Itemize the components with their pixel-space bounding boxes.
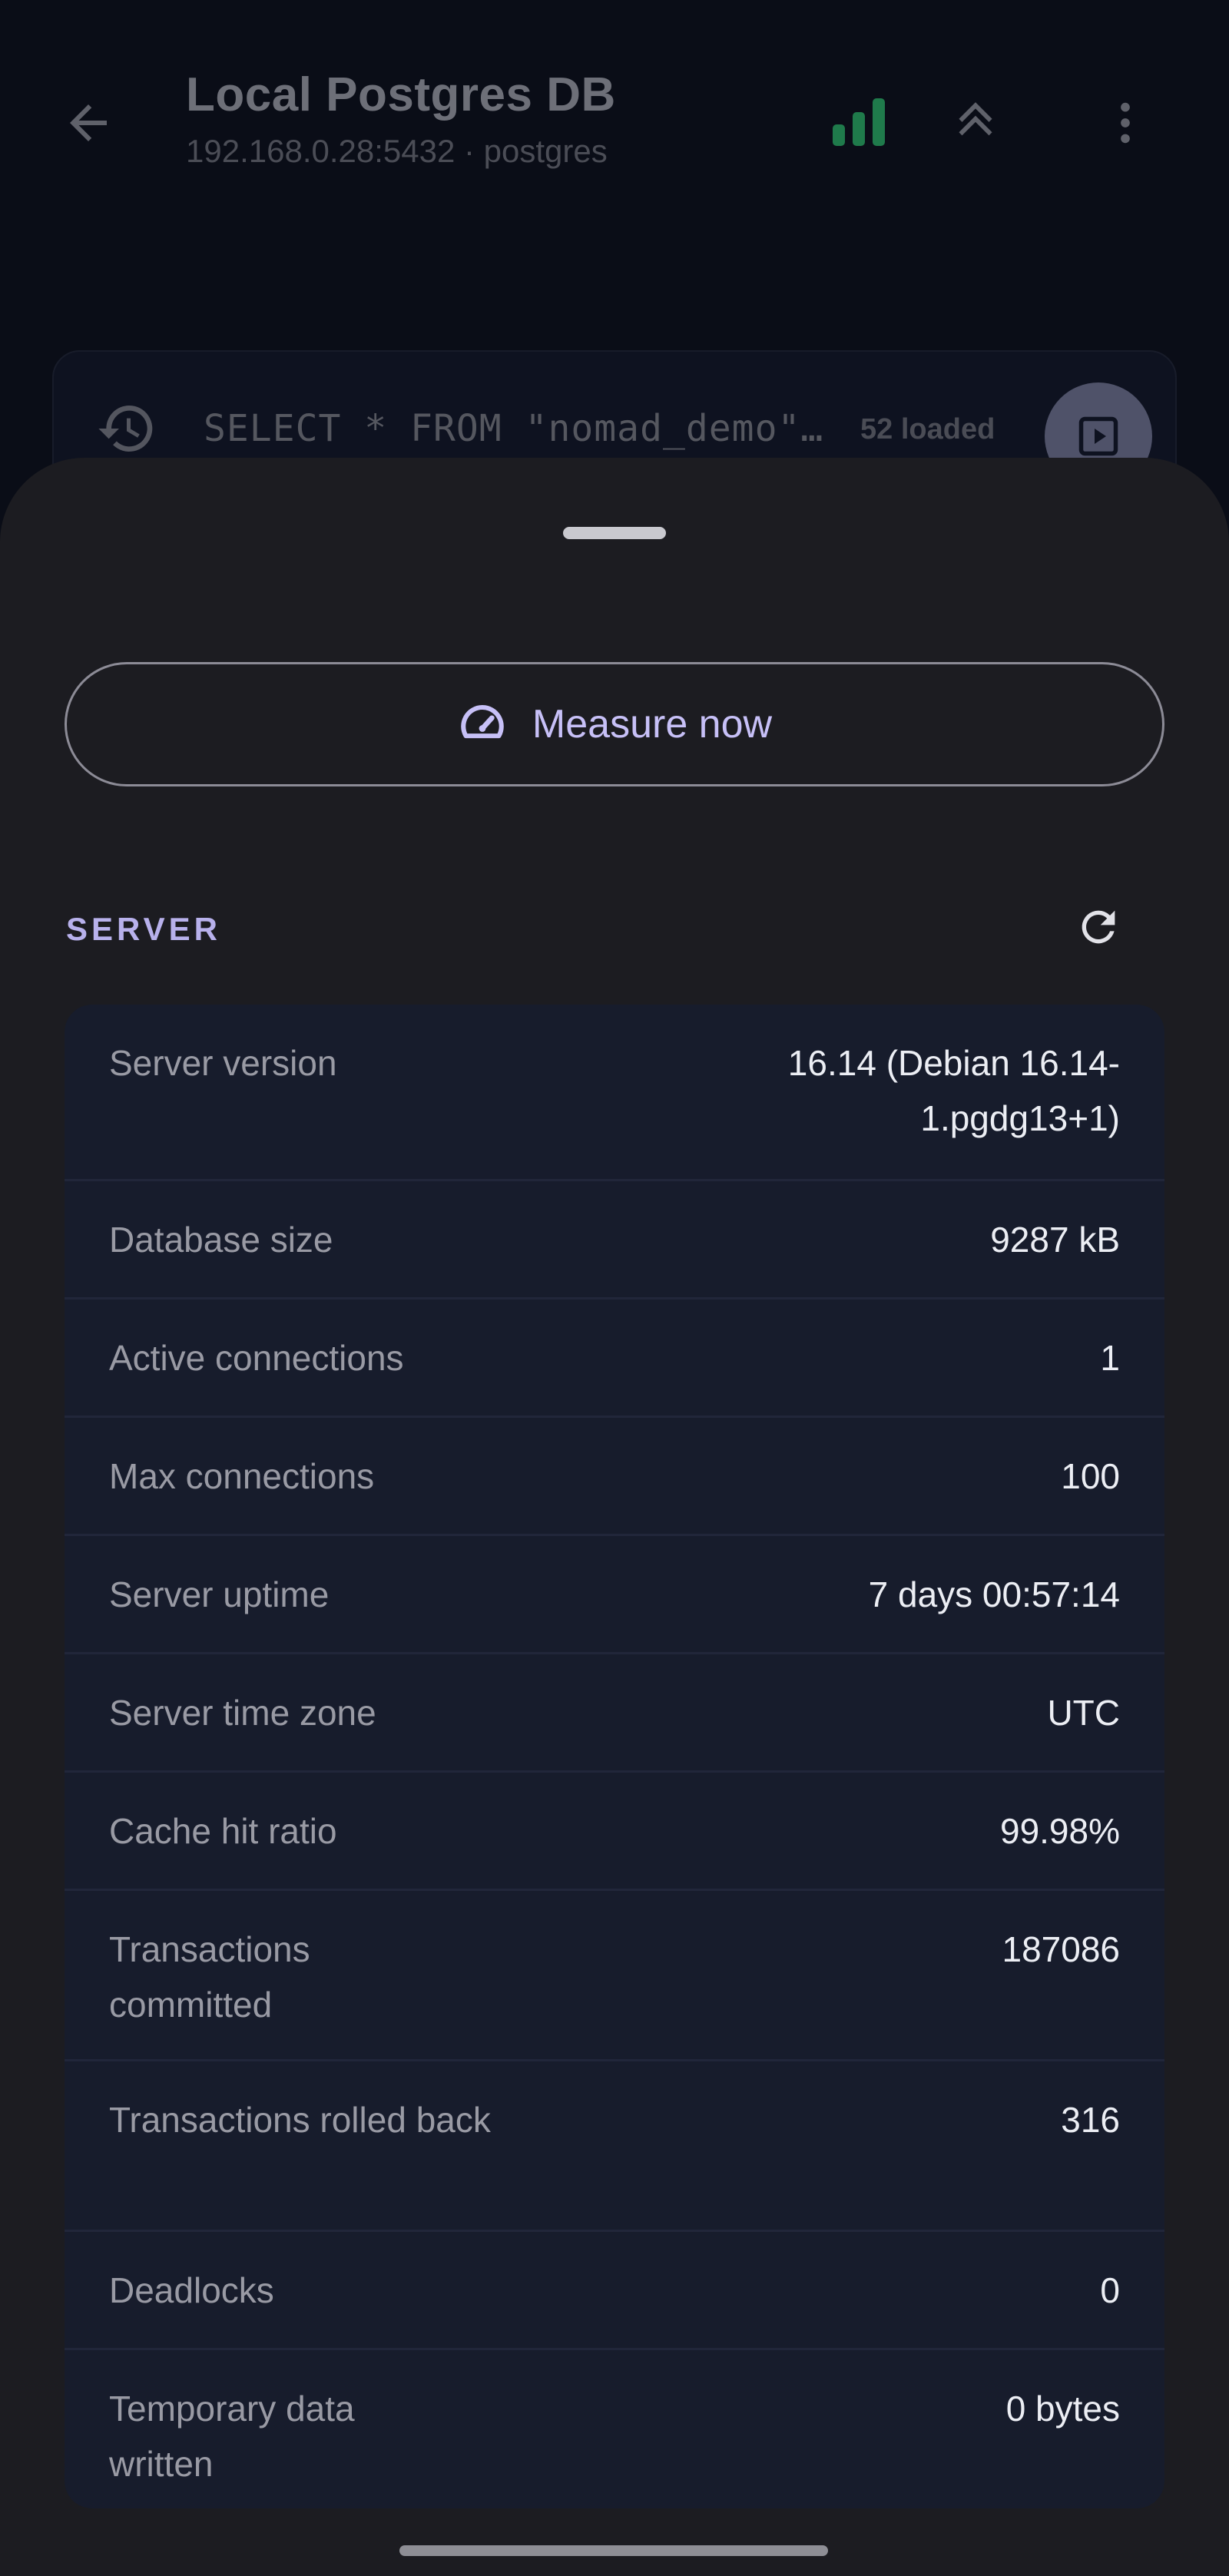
- stat-value: 99.98%: [999, 1811, 1120, 1851]
- section-title-server: SERVER: [66, 911, 221, 947]
- stat-row-server-version: Server version 16.14 (Debian 16.14-1.pgd…: [65, 1005, 1164, 1181]
- server-stats-card: Server version 16.14 (Debian 16.14-1.pgd…: [65, 1005, 1164, 2508]
- stat-value: 100: [1061, 1456, 1120, 1496]
- stat-label: Max connections: [109, 1456, 375, 1496]
- arrow-back-icon: [70, 104, 107, 141]
- stat-value: 9287 kB: [990, 1220, 1120, 1260]
- stat-value: 0: [1100, 2270, 1120, 2310]
- refresh-icon: [1082, 910, 1115, 944]
- stat-row-cache-hit-ratio: Cache hit ratio 99.98%: [65, 1773, 1164, 1891]
- stat-value: UTC: [1047, 1693, 1120, 1733]
- stat-label: Server version: [109, 1043, 337, 1083]
- play-box-icon: [1078, 416, 1118, 456]
- connection-title: Local Postgres DB: [186, 68, 616, 121]
- stat-row-database-size: Database size 9287 kB: [65, 1181, 1164, 1300]
- measure-now-label: Measure now: [532, 702, 773, 747]
- stat-value: 1: [1100, 1338, 1120, 1378]
- stat-row-transactions-committed: Transactions committed 187086: [65, 1891, 1164, 2061]
- stat-value: 187086: [1002, 1929, 1121, 1969]
- stat-row-deadlocks: Deadlocks 0: [65, 2232, 1164, 2350]
- refresh-button[interactable]: [1064, 892, 1133, 962]
- stat-row-transactions-rolled-back: Transactions rolled back 316: [65, 2061, 1164, 2232]
- connection-subtitle: 192.168.0.28:5432 · postgres: [186, 133, 608, 169]
- stat-row-server-uptime: Server uptime 7 days 00:57:14: [65, 1536, 1164, 1654]
- signal-strength-icon[interactable]: [830, 94, 891, 147]
- top-app-bar: Local Postgres DB 192.168.0.28:5432 · po…: [0, 46, 1229, 192]
- stat-label: Deadlocks: [109, 2270, 274, 2310]
- app-background: Local Postgres DB 192.168.0.28:5432 · po…: [0, 0, 1229, 538]
- measure-now-button[interactable]: Measure now: [65, 662, 1164, 786]
- stat-row-active-connections: Active connections 1: [65, 1300, 1164, 1418]
- stat-value: 316: [1061, 2100, 1120, 2140]
- stat-value: 0 bytes: [1005, 2389, 1120, 2429]
- back-button[interactable]: [54, 88, 123, 157]
- stat-value: 7 days 00:57:14: [868, 1574, 1120, 1614]
- stat-label: Database size: [109, 1220, 333, 1260]
- stat-label: Server uptime: [109, 1574, 330, 1614]
- connection-title-block: Local Postgres DB 192.168.0.28:5432 · po…: [186, 68, 616, 170]
- collapse-button[interactable]: [941, 88, 1010, 157]
- stat-row-server-time-zone: Server time zone UTC: [65, 1654, 1164, 1773]
- stat-label: Transactions rolled back: [109, 2100, 491, 2140]
- home-indicator[interactable]: [399, 2545, 828, 2556]
- rows-loaded-count: 52 loaded: [860, 413, 995, 445]
- stat-row-temporary-data-written: Temporary data written 0 bytes: [65, 2350, 1164, 2508]
- server-info-sheet: Measure now SERVER Server version 16.14 …: [0, 458, 1229, 2576]
- stat-label: Cache hit ratio: [109, 1811, 337, 1851]
- stat-label: Transactions committed: [109, 1929, 310, 2025]
- stat-row-max-connections: Max connections 100: [65, 1418, 1164, 1536]
- speedometer-icon: [461, 704, 504, 739]
- drag-handle[interactable]: [563, 527, 666, 539]
- history-icon[interactable]: [96, 398, 157, 459]
- stat-label: Server time zone: [109, 1693, 376, 1733]
- overflow-menu-button[interactable]: [1091, 88, 1160, 157]
- stat-label: Temporary data written: [109, 2389, 355, 2484]
- more-vert-icon: [1121, 102, 1130, 144]
- stat-value: 16.14 (Debian 16.14-1.pgdg13+1): [787, 1043, 1120, 1138]
- double-chevron-up-icon: [959, 102, 992, 136]
- stat-label: Active connections: [109, 1338, 404, 1378]
- query-text[interactable]: SELECT * FROM "nomad_demo"…: [204, 407, 823, 450]
